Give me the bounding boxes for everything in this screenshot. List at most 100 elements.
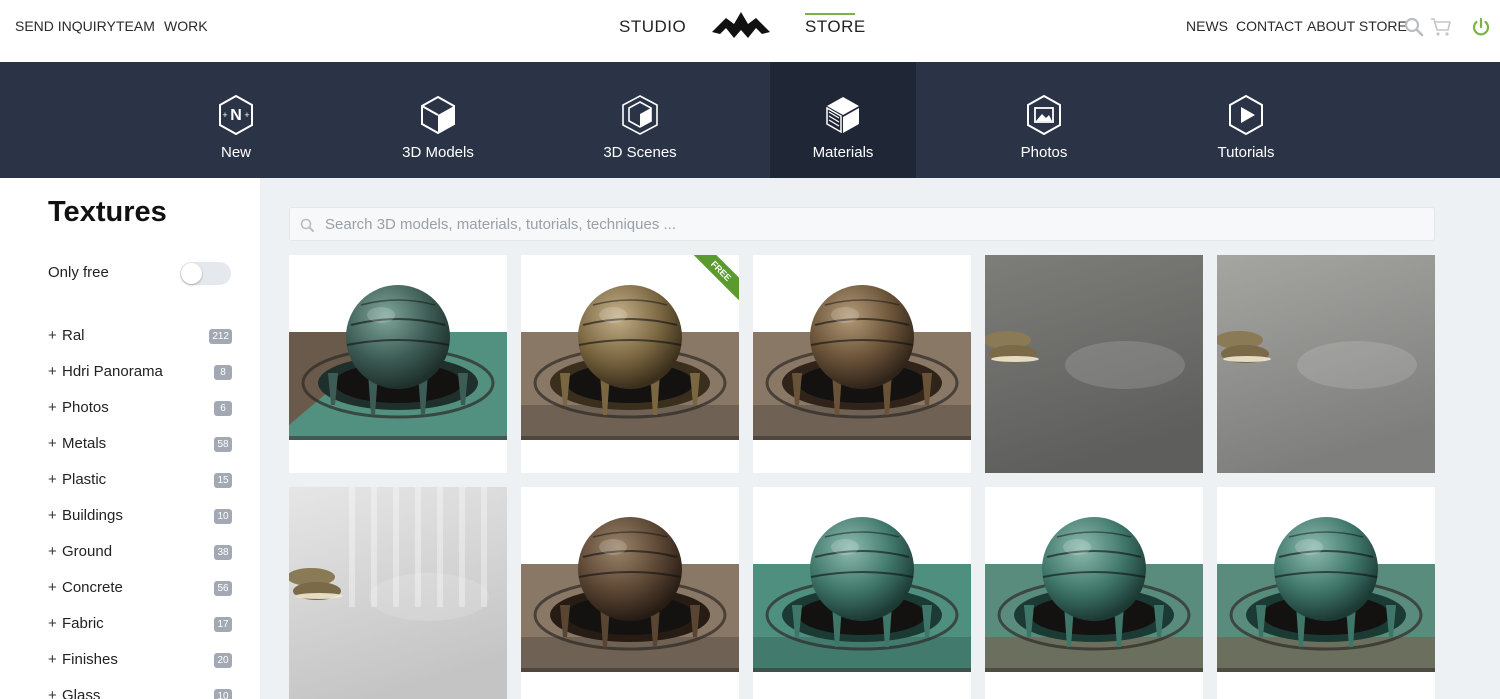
category-materials[interactable]: Materials [770,62,916,178]
sidebar: Textures Only free + Ral 212 + Hdri Pano… [0,178,260,699]
count-badge: 56 [214,581,232,596]
work-link[interactable]: WORK [164,18,208,34]
logo-icon[interactable] [712,10,770,40]
material-preview-image [289,285,507,440]
count-badge: 10 [214,689,232,699]
category-3d-scenes[interactable]: 3D Scenes [567,62,713,178]
sidebar-item-ral[interactable]: + Ral 212 [48,325,232,347]
count-badge: 10 [214,509,232,524]
category-label: Tutorials [1217,144,1275,161]
material-card[interactable] [1217,255,1435,473]
expand-icon: + [48,327,57,344]
category-new[interactable]: N + + New [163,62,309,178]
power-icon[interactable] [1470,16,1492,38]
about-store-link[interactable]: ABOUT STORE [1307,18,1407,34]
expand-icon: + [48,543,57,560]
material-preview-image [753,517,971,672]
top-nav: SEND INQUIRY TEAM WORK STUDIO STORE NEWS… [0,0,1500,62]
category-label: 3D Models [402,144,474,161]
search-icon[interactable] [1403,16,1425,38]
sidebar-item-label: Ral [62,327,85,344]
sidebar-item-label: Ground [62,543,113,560]
expand-icon: + [48,687,57,699]
send-inquiry-link[interactable]: SEND INQUIRY [15,18,116,34]
count-badge: 15 [214,473,232,488]
count-badge: 20 [214,653,232,668]
contact-link[interactable]: CONTACT [1236,18,1303,34]
sidebar-item-label: Glass [62,687,101,699]
material-card[interactable] [289,487,507,699]
expand-icon: + [48,507,57,524]
sidebar-item-buildings[interactable]: + Buildings 10 [48,505,232,527]
sidebar-item-glass[interactable]: + Glass 10 [48,685,232,699]
cube-icon [421,95,455,135]
material-card[interactable]: FREE [521,255,739,473]
count-badge: 38 [214,545,232,560]
category-label: Materials [812,144,874,161]
new-icon: N + + [219,94,253,136]
sidebar-item-label: Hdri Panorama [62,363,163,380]
sidebar-item-label: Finishes [62,651,118,668]
sidebar-item-plastic[interactable]: + Plastic 15 [48,469,232,491]
category-label: Photos [1020,144,1068,161]
material-cube-icon [826,97,859,134]
sidebar-item-ground[interactable]: + Ground 38 [48,541,232,563]
sidebar-item-finishes[interactable]: + Finishes 20 [48,649,232,671]
sidebar-item-label: Metals [62,435,107,452]
category-tutorials[interactable]: Tutorials [1173,62,1319,178]
category-photos[interactable]: Photos [971,62,1117,178]
expand-icon: + [48,615,57,632]
material-preview-image [753,285,971,440]
sidebar-item-label: Fabric [62,615,104,632]
category-label: New [220,144,251,161]
svg-text:+: + [244,110,249,120]
material-card[interactable] [985,487,1203,699]
category-label: 3D Scenes [603,144,677,161]
expand-icon: + [48,471,57,488]
count-badge: 6 [214,401,232,416]
material-preview-image [985,517,1203,672]
search-icon [300,218,314,232]
only-free-label: Only free [48,264,109,281]
news-link[interactable]: NEWS [1186,18,1228,34]
sidebar-item-photos[interactable]: + Photos 6 [48,397,232,419]
sidebar-item-concrete[interactable]: + Concrete 56 [48,577,232,599]
play-icon [1229,94,1263,136]
material-preview-image [521,517,739,672]
search-input[interactable] [325,208,1425,240]
concrete-floor-image [1217,255,1435,473]
store-tab[interactable]: STORE [805,17,866,37]
svg-text:N: N [230,107,242,124]
photo-icon [1027,94,1061,136]
count-badge: 58 [214,437,232,452]
category-3d-models[interactable]: 3D Models [365,62,511,178]
sidebar-item-label: Photos [62,399,109,416]
sidebar-item-metals[interactable]: + Metals 58 [48,433,232,455]
material-card[interactable] [753,487,971,699]
only-free-toggle[interactable] [180,262,231,285]
category-bar: N + + New 3D Models 3D Scenes Materials [0,62,1500,178]
material-card[interactable] [289,255,507,473]
material-card[interactable] [521,487,739,699]
cart-icon[interactable] [1430,16,1452,38]
expand-icon: + [48,651,57,668]
sidebar-item-hdri-panorama[interactable]: + Hdri Panorama 8 [48,361,232,383]
material-preview-image [1217,517,1435,672]
store-active-indicator [805,13,855,15]
count-badge: 8 [214,365,232,380]
material-card[interactable] [1217,487,1435,699]
material-card[interactable] [985,255,1203,473]
sidebar-item-fabric[interactable]: + Fabric 17 [48,613,232,635]
count-badge: 17 [214,617,232,632]
studio-tab[interactable]: STUDIO [619,17,686,37]
material-card[interactable] [753,255,971,473]
material-preview-image [521,285,739,440]
expand-icon: + [48,435,57,452]
search-bar [289,207,1435,241]
toggle-knob [181,263,202,284]
team-link[interactable]: TEAM [116,18,155,34]
count-badge: 212 [209,329,232,344]
expand-icon: + [48,363,57,380]
sidebar-item-label: Plastic [62,471,107,488]
expand-icon: + [48,399,57,416]
